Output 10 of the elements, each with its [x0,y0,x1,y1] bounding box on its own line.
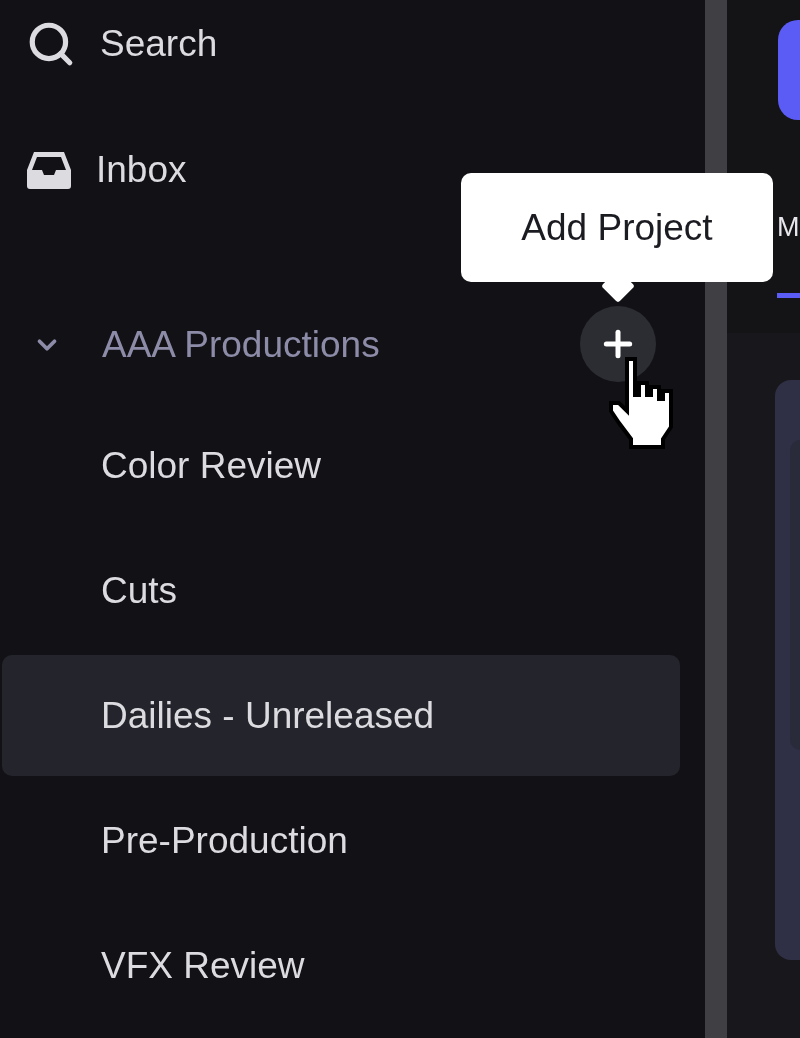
project-item[interactable]: Color Review [2,405,680,526]
project-item[interactable]: Cuts [2,530,680,651]
tooltip: Add Project [461,173,773,282]
project-item[interactable]: Pre-Production [2,780,680,901]
project-item[interactable]: Dailies - Unreleased [2,655,680,776]
project-item[interactable]: VFX Review [2,905,680,1026]
workspace-label[interactable]: AAA Productions [102,323,380,366]
search-label[interactable]: Search [100,23,218,65]
inbox-icon [26,150,72,190]
inbox-label[interactable]: Inbox [96,149,187,191]
